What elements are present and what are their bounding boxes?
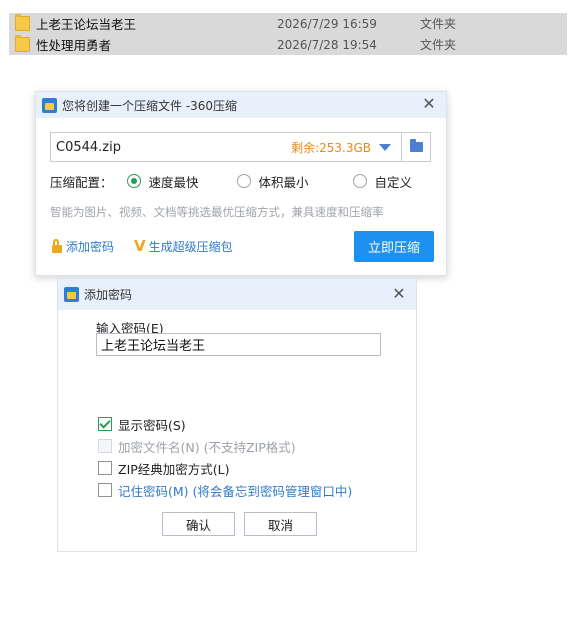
zip-classic-checkbox[interactable] [98,461,112,475]
close-icon[interactable]: ✕ [421,96,437,112]
option-speed-label[interactable]: 速度最快 [149,172,199,191]
compress-hint: 智能为图片、视频、文档等挑选最优压缩方式，兼具速度和压缩率 [50,205,384,219]
remember-password-option[interactable]: 记住密码(M) (将会备忘到密码管理窗口中) [98,481,352,499]
compress-dialog-title: 您将创建一个压缩文件 -360压缩 [62,98,238,113]
password-dialog-titlebar[interactable]: 添加密码 ✕ [58,279,416,310]
file-row[interactable]: 上老王论坛当老王 2026/7/29 16:59 文件夹 [9,13,567,34]
file-row[interactable]: 性处理用勇者 2026/7/28 19:54 文件夹 [9,34,567,55]
compress-config-row: 压缩配置： 速度最快 体积最小 自定义 [50,171,412,191]
zip-classic-label[interactable]: ZIP经典加密方式(L) [118,459,230,478]
file-date: 2026/7/28 19:54 [277,37,377,52]
output-file-field[interactable]: C0544.zip 剩余:253.3GB [50,132,431,162]
vip-v-icon: V [134,237,146,255]
encrypt-filename-checkbox [98,439,112,453]
super-compress-link[interactable]: V 生成超级压缩包 [134,237,233,255]
encrypt-filename-option: 加密文件名(N) (不支持ZIP格式) [98,437,296,455]
free-space-label: 剩余:253.3GB [291,140,371,155]
show-password-checkbox[interactable] [98,417,112,431]
lock-icon [52,238,62,253]
radio-custom[interactable] [352,174,367,188]
radio-speed[interactable] [126,174,141,188]
folder-icon [15,14,30,31]
file-name: 性处理用勇者 [36,38,112,53]
encrypt-filename-label: 加密文件名(N) (不支持ZIP格式) [118,439,296,455]
folder-icon [15,35,30,52]
password-dialog-title: 添加密码 [84,288,133,302]
add-password-link[interactable]: 添加密码 [52,238,114,255]
compress-dialog: 您将创建一个压缩文件 -360压缩 ✕ C0544.zip 剩余:253.3GB… [35,91,447,276]
option-size-label[interactable]: 体积最小 [259,172,309,191]
archive-icon [64,287,79,302]
folder-icon [409,139,423,152]
compress-now-button[interactable]: 立即压缩 [354,231,434,262]
password-input[interactable] [96,333,381,356]
dropdown-arrow-icon[interactable] [379,143,391,151]
option-custom-label[interactable]: 自定义 [375,172,413,191]
close-icon[interactable]: ✕ [391,286,407,302]
radio-size[interactable] [236,174,251,188]
show-password-label[interactable]: 显示密码(S) [118,415,186,434]
output-filename[interactable]: C0544.zip [56,140,291,155]
zip-classic-option[interactable]: ZIP经典加密方式(L) [98,459,230,477]
compress-dialog-titlebar[interactable]: 您将创建一个压缩文件 -360压缩 ✕ [36,92,446,118]
file-type: 文件夹 [420,38,457,52]
cancel-button[interactable]: 取消 [244,512,317,536]
show-password-option[interactable]: 显示密码(S) [98,415,186,433]
remember-password-checkbox[interactable] [98,483,112,497]
password-dialog: 添加密码 ✕ 输入密码(E) 显示密码(S) 加密文件名(N) (不支持ZIP格… [57,278,417,552]
archive-icon [42,97,57,113]
remember-password-label[interactable]: 记住密码(M) (将会备忘到密码管理窗口中) [118,481,352,500]
file-name: 上老王论坛当老王 [36,17,137,32]
browse-folder-button[interactable] [402,133,430,161]
compress-config-label: 压缩配置： [50,174,113,190]
file-type: 文件夹 [420,17,457,31]
super-compress-label[interactable]: 生成超级压缩包 [149,238,233,255]
ok-button[interactable]: 确认 [162,512,235,536]
add-password-label[interactable]: 添加密码 [66,238,114,255]
file-date: 2026/7/29 16:59 [277,16,377,31]
